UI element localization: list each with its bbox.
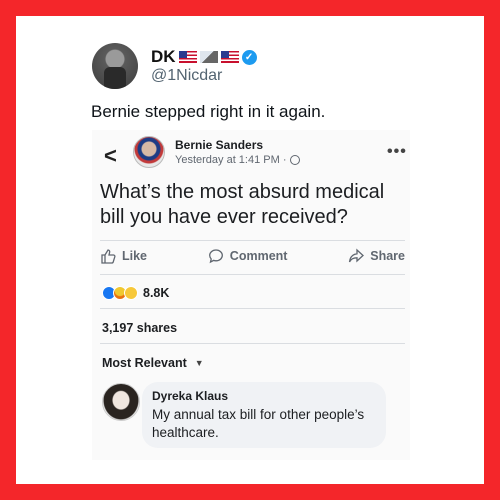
- us-flag-icon: [178, 51, 197, 63]
- share-count[interactable]: 3,197 shares: [102, 321, 177, 335]
- verified-icon: ✓: [241, 49, 257, 65]
- wow-reaction-icon: [124, 286, 138, 300]
- comment-bubble: Dyreka Klaus My annual tax bill for othe…: [142, 382, 386, 448]
- thumbs-up-icon: [101, 249, 116, 264]
- comment-button[interactable]: Comment: [208, 248, 288, 264]
- commenter-avatar[interactable]: [102, 383, 140, 421]
- like-button[interactable]: Like: [100, 248, 147, 264]
- reaction-count: 8.8K: [143, 286, 170, 300]
- reaction-summary[interactable]: 8.8K: [102, 286, 169, 300]
- divider: [100, 308, 405, 309]
- share-button[interactable]: Share: [348, 248, 405, 264]
- fb-post-text: What’s the most absurd medical bill you …: [100, 181, 385, 228]
- chevron-down-icon: ▼: [194, 358, 204, 368]
- tweet-text: Bernie stepped right in it again.: [91, 102, 326, 121]
- tweet-avatar[interactable]: [92, 43, 138, 89]
- tweet-display-name[interactable]: DK ✓: [151, 47, 257, 67]
- share-icon: [349, 248, 365, 263]
- globe-icon: [289, 155, 300, 165]
- mountain-icon: [199, 51, 218, 63]
- us-flag-icon: [220, 51, 239, 63]
- comment-icon: [208, 249, 223, 264]
- tweet-handle[interactable]: @1Nicdar: [151, 67, 222, 85]
- fb-timestamp: Yesterday at 1:41 PM ·: [175, 154, 287, 166]
- comment-label: Comment: [229, 249, 288, 263]
- more-options-icon[interactable]: •••: [387, 143, 407, 161]
- commenter-name[interactable]: Dyreka Klaus: [152, 389, 376, 403]
- comment-text: My annual tax bill for other people’s he…: [152, 407, 365, 440]
- divider: [100, 240, 405, 241]
- back-arrow-icon[interactable]: <: [104, 143, 117, 169]
- fb-post-meta: Yesterday at 1:41 PM ·: [175, 154, 300, 166]
- comment-sort-dropdown[interactable]: Most Relevant ▼: [102, 356, 204, 370]
- fb-action-bar: Like Comment Share: [100, 248, 405, 264]
- fb-author-name[interactable]: Bernie Sanders: [175, 138, 263, 152]
- divider: [100, 274, 405, 275]
- divider: [100, 343, 405, 344]
- fb-author-avatar[interactable]: [133, 136, 165, 168]
- sort-label: Most Relevant: [102, 356, 187, 370]
- display-name-text: DK: [151, 47, 176, 66]
- like-label: Like: [122, 249, 148, 263]
- share-label: Share: [370, 249, 405, 263]
